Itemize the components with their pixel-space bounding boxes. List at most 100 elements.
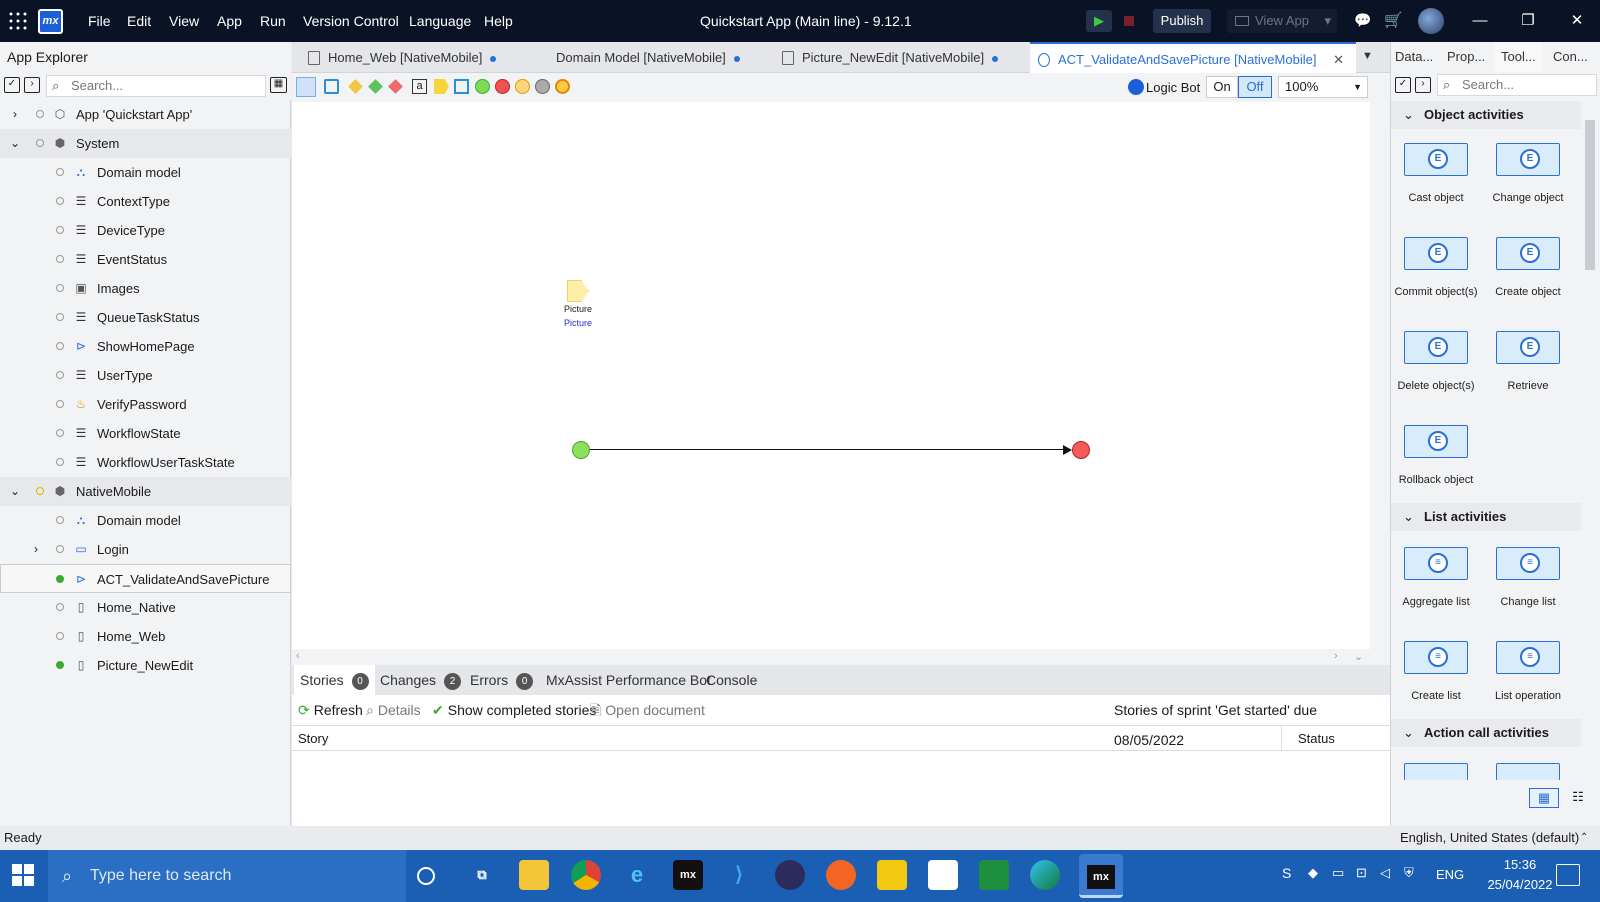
tree-item-picture-newedit[interactable]: ▯ Picture_NewEdit bbox=[0, 651, 291, 680]
chat-icon[interactable]: 💬 bbox=[1354, 12, 1372, 30]
column-story[interactable]: Story bbox=[292, 725, 1282, 751]
pointer-tool-icon[interactable] bbox=[296, 77, 316, 97]
postman-icon[interactable] bbox=[826, 860, 856, 890]
menu-run[interactable]: Run bbox=[260, 0, 286, 42]
battery-icon[interactable]: ▭ bbox=[1332, 865, 1344, 881]
clock-time[interactable]: 15:36 bbox=[1490, 857, 1550, 872]
skype-icon[interactable]: S bbox=[1282, 865, 1291, 881]
file-explorer-icon[interactable] bbox=[519, 860, 549, 890]
app-grid-icon[interactable] bbox=[8, 11, 28, 31]
security-shield-icon[interactable]: ⛨ bbox=[1404, 865, 1414, 881]
expand-all-icon[interactable]: › bbox=[1415, 77, 1431, 93]
task-view-icon[interactable]: ⧉ bbox=[467, 860, 497, 890]
expand-all-icon[interactable]: › bbox=[24, 77, 40, 93]
tool-commit-objects[interactable]: E Commit object(s) bbox=[1391, 237, 1481, 298]
chevron-right-icon[interactable]: › bbox=[9, 100, 21, 129]
tab-domain-model[interactable]: Domain Model [NativeMobile] bbox=[528, 42, 758, 73]
tool-rollback-object[interactable]: E Rollback object bbox=[1391, 425, 1481, 486]
logic-bot-off-button[interactable]: Off bbox=[1238, 76, 1272, 98]
object-type-decision-icon[interactable] bbox=[368, 79, 383, 94]
tab-mxassist-performance-bot[interactable]: MxAssist Performance Bot bbox=[546, 665, 711, 695]
tab-data[interactable]: Data... bbox=[1395, 42, 1433, 72]
notifications-icon[interactable] bbox=[1556, 864, 1580, 886]
tab-act-validateandsavepicture[interactable]: ACT_ValidateAndSavePicture [NativeMobile… bbox=[1030, 42, 1356, 73]
language-status[interactable]: English, United States (default) bbox=[1400, 826, 1579, 850]
error-event-icon[interactable] bbox=[515, 79, 530, 94]
tab-picture-newedit[interactable]: Picture_NewEdit [NativeMobile] bbox=[774, 42, 1008, 73]
menu-file[interactable]: File bbox=[88, 0, 111, 42]
zoom-select[interactable]: 100% ▼ bbox=[1278, 76, 1368, 98]
cart-icon[interactable]: 🛒 bbox=[1384, 11, 1403, 29]
tab-overflow-icon[interactable]: ▼ bbox=[1362, 50, 1373, 62]
loop-tool-icon[interactable] bbox=[454, 79, 469, 94]
mendix-active-taskbar-icon[interactable]: mx bbox=[1079, 854, 1123, 898]
tab-connector[interactable]: Con... bbox=[1553, 42, 1588, 72]
tab-home-web[interactable]: Home_Web [NativeMobile] bbox=[300, 42, 520, 73]
microflow-canvas[interactable]: Picture Picture bbox=[292, 102, 1370, 649]
end-event-icon[interactable] bbox=[495, 79, 510, 94]
menu-version-control[interactable]: Version Control bbox=[303, 0, 399, 42]
tray-app-icon[interactable]: ◆ bbox=[1308, 865, 1318, 881]
tree-item-domain-model[interactable]: ⛬ Domain model bbox=[0, 158, 291, 187]
merge-tool-icon[interactable] bbox=[388, 79, 403, 94]
tree-item-usertype[interactable]: ☰ UserType bbox=[0, 361, 291, 390]
edge-icon[interactable] bbox=[1030, 860, 1060, 890]
restore-icon[interactable]: ❐ bbox=[1505, 0, 1551, 42]
tree-item-act-validateandsavepicture[interactable]: ⊳ ACT_ValidateAndSavePicture bbox=[0, 564, 291, 593]
parameter-shape[interactable] bbox=[567, 280, 589, 302]
excel-like-icon[interactable] bbox=[979, 860, 1009, 890]
break-event-icon[interactable] bbox=[555, 79, 570, 94]
tool-create-list[interactable]: ≡ Create list bbox=[1391, 641, 1481, 702]
collapse-all-icon[interactable]: ✓ bbox=[1395, 77, 1411, 93]
tree-item-nativemobile[interactable]: ⌄ ⬢ NativeMobile bbox=[0, 477, 291, 506]
tree-item-queuetaskstatus[interactable]: ☰ QueueTaskStatus bbox=[0, 303, 291, 332]
tool-call-nanoflow[interactable] bbox=[1483, 763, 1573, 780]
logic-bot-on-button[interactable]: On bbox=[1206, 76, 1238, 98]
decision-tool-icon[interactable] bbox=[348, 79, 363, 94]
canvas-horizontal-scrollbar[interactable]: ‹ › ⌄ bbox=[292, 649, 1390, 665]
close-icon[interactable]: ✕ bbox=[1554, 0, 1600, 42]
tool-retrieve[interactable]: E Retrieve bbox=[1483, 331, 1573, 392]
tool-change-list[interactable]: ≡ Change list bbox=[1483, 547, 1573, 608]
collapse-all-icon[interactable]: ✓ bbox=[4, 77, 20, 93]
tree-item-contexttype[interactable]: ☰ ContextType bbox=[0, 187, 291, 216]
tool-delete-objects[interactable]: E Delete object(s) bbox=[1391, 331, 1481, 392]
tab-errors[interactable]: Errors 0 bbox=[470, 665, 534, 695]
tree-item-home-native[interactable]: ▯ Home_Native bbox=[0, 593, 291, 622]
tool-create-object[interactable]: E Create object bbox=[1483, 237, 1573, 298]
tool-call-microflow[interactable] bbox=[1391, 763, 1481, 780]
cortana-icon[interactable] bbox=[417, 867, 435, 885]
stop-button[interactable] bbox=[1116, 10, 1142, 32]
clock-date[interactable]: 25/04/2022 bbox=[1482, 877, 1558, 892]
show-completed-stories-toggle[interactable]: ✔ Show completed stories bbox=[432, 695, 596, 725]
view-app-button[interactable]: View App ▾ bbox=[1227, 9, 1337, 33]
eclipse-icon[interactable] bbox=[775, 860, 805, 890]
canvas-vertical-scrollbar[interactable] bbox=[1370, 102, 1390, 649]
publish-button[interactable]: Publish bbox=[1153, 9, 1211, 33]
toolbox-scrollbar[interactable] bbox=[1581, 100, 1599, 780]
tab-changes[interactable]: Changes 2 bbox=[380, 665, 462, 695]
tree-item-workflowusertaskstate[interactable]: ☰ WorkflowUserTaskState bbox=[0, 448, 291, 477]
minimize-icon[interactable]: — bbox=[1457, 0, 1503, 42]
parameter-tool-icon[interactable] bbox=[434, 79, 449, 94]
run-button[interactable]: ▶ bbox=[1086, 10, 1112, 32]
avatar[interactable] bbox=[1418, 8, 1444, 34]
activity-tool-icon[interactable] bbox=[324, 79, 339, 94]
refresh-button[interactable]: ⟳ Refresh bbox=[298, 695, 363, 725]
scroll-left-icon[interactable]: ‹ bbox=[296, 650, 300, 662]
chevron-up-icon[interactable]: ⌃ bbox=[1580, 826, 1588, 850]
tree-item-devicetype[interactable]: ☰ DeviceType bbox=[0, 216, 291, 245]
tree-item-home-web[interactable]: ▯ Home_Web bbox=[0, 622, 291, 651]
section-list-activities[interactable]: ⌄ List activities bbox=[1391, 503, 1581, 531]
start-event-icon[interactable] bbox=[475, 79, 490, 94]
tree-item-verifypassword[interactable]: ♨ VerifyPassword bbox=[0, 390, 291, 419]
menu-help[interactable]: Help bbox=[484, 0, 513, 42]
tool-cast-object[interactable]: E Cast object bbox=[1391, 143, 1481, 204]
tree-item-login[interactable]: › ▭ Login bbox=[0, 535, 291, 564]
explorer-search-input[interactable]: ⌕ Search... bbox=[46, 75, 266, 97]
annotation-tool-icon[interactable]: a bbox=[412, 79, 427, 94]
scroll-thumb[interactable] bbox=[1585, 120, 1595, 270]
tree-item-eventstatus[interactable]: ☰ EventStatus bbox=[0, 245, 291, 274]
scroll-right-icon[interactable]: › bbox=[1334, 650, 1338, 662]
menu-edit[interactable]: Edit bbox=[127, 0, 151, 42]
